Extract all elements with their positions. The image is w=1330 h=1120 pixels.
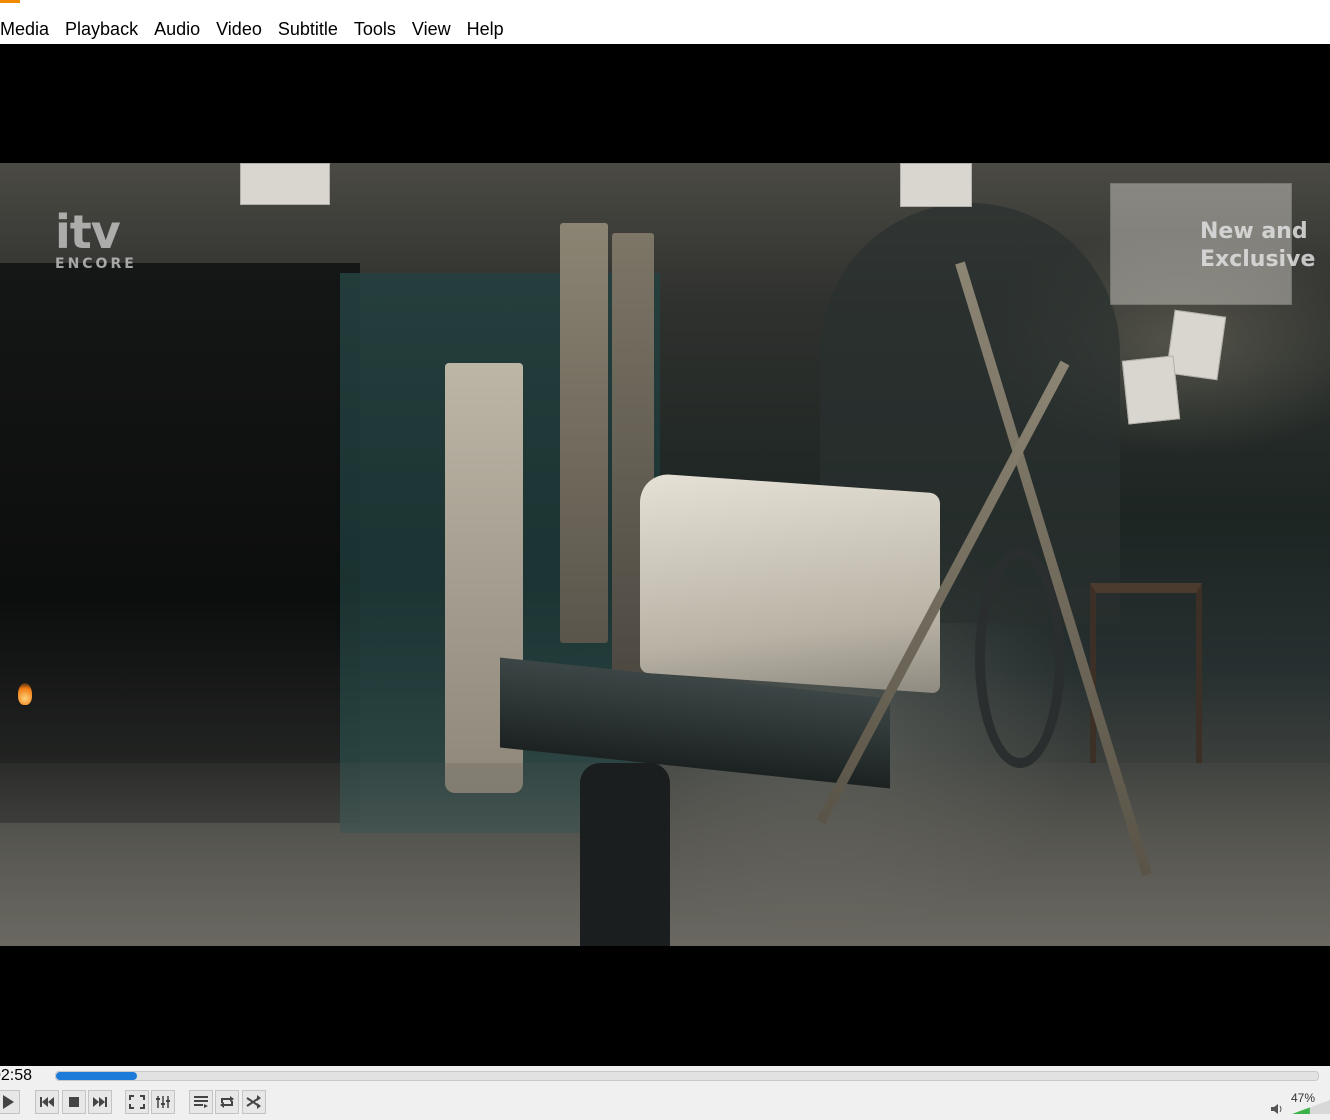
printing-press-paper: [640, 472, 940, 694]
pinned-print: [900, 163, 972, 207]
menu-tools[interactable]: Tools: [346, 4, 404, 44]
playlist-icon: [194, 1096, 208, 1108]
watermark-line: Exclusive: [1200, 247, 1316, 272]
next-icon: [93, 1097, 107, 1107]
hanging-cloth: [560, 223, 608, 643]
previous-icon: [40, 1097, 54, 1107]
menu-view[interactable]: View: [404, 4, 459, 44]
menu-help[interactable]: Help: [459, 4, 512, 44]
volume-icon[interactable]: [1270, 1102, 1284, 1120]
loop-icon: [220, 1096, 234, 1108]
pinned-print: [1121, 355, 1181, 425]
play-button[interactable]: [0, 1090, 20, 1114]
video-display[interactable]: itv ENCORE New and Exclusive: [0, 44, 1330, 1066]
shuffle-icon: [246, 1095, 261, 1109]
stop-button[interactable]: [62, 1090, 86, 1114]
menu-media[interactable]: Media: [0, 4, 57, 44]
play-icon: [3, 1095, 14, 1109]
menu-video[interactable]: Video: [208, 4, 270, 44]
fire-flame: [18, 683, 32, 705]
fullscreen-button[interactable]: [125, 1090, 149, 1114]
previous-button[interactable]: [35, 1090, 59, 1114]
seek-slider[interactable]: [55, 1071, 1319, 1081]
seek-progress: [56, 1072, 137, 1080]
menu-audio[interactable]: Audio: [146, 4, 208, 44]
pinned-print: [240, 163, 330, 205]
printing-press-stand: [580, 763, 670, 946]
channel-logo: itv ENCORE: [55, 205, 137, 272]
menu-bar: Media Playback Audio Video Subtitle Tool…: [0, 4, 1330, 44]
elapsed-time: 02:58: [0, 1067, 33, 1084]
shuffle-button[interactable]: [242, 1090, 266, 1114]
extended-settings-button[interactable]: [151, 1090, 175, 1114]
volume-slider[interactable]: [1292, 1100, 1330, 1114]
fullscreen-icon: [129, 1095, 145, 1109]
vlc-app-icon: [0, 0, 20, 3]
menu-subtitle[interactable]: Subtitle: [270, 4, 346, 44]
fireplace: [0, 263, 360, 823]
watermark-line: New and: [1200, 219, 1308, 244]
menu-playback[interactable]: Playback: [57, 4, 146, 44]
equalizer-icon: [156, 1096, 170, 1108]
playback-controls: 02:58 47%: [0, 1066, 1330, 1117]
stop-icon: [69, 1097, 79, 1107]
playlist-button[interactable]: [189, 1090, 213, 1114]
loop-button[interactable]: [215, 1090, 239, 1114]
video-frame[interactable]: itv ENCORE New and Exclusive: [0, 163, 1330, 946]
next-button[interactable]: [88, 1090, 112, 1114]
promo-watermark: New and Exclusive: [1200, 218, 1330, 274]
